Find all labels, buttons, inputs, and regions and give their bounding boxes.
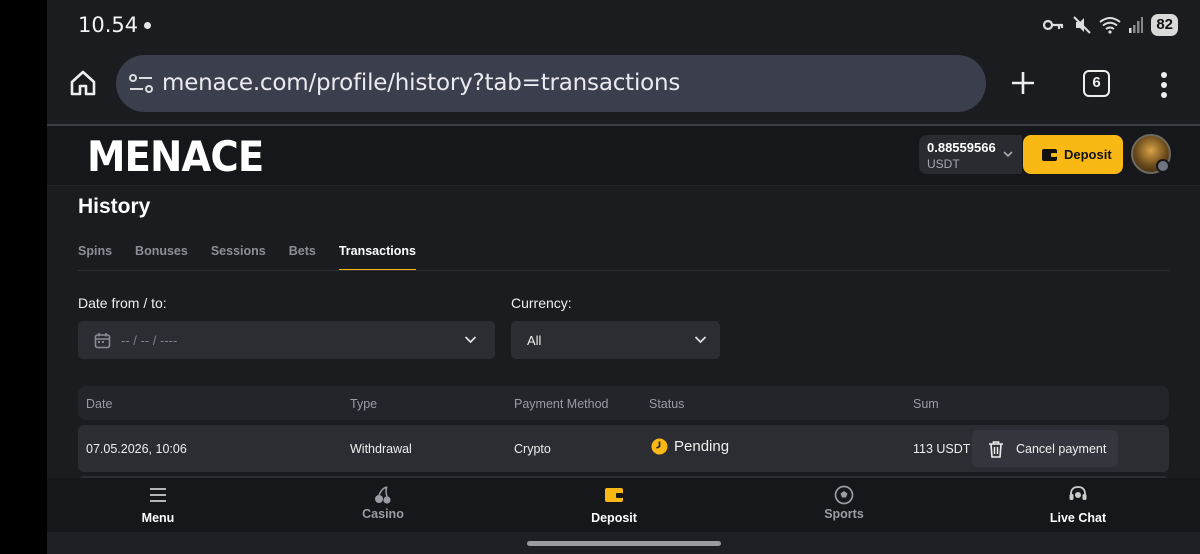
soccer-ball-icon [834, 485, 854, 505]
column-header-type: Type [350, 397, 378, 411]
new-tab-plus-icon[interactable] [1008, 68, 1038, 98]
date-filter-label: Date from / to: [78, 295, 167, 311]
tabs-divider [78, 270, 1169, 271]
column-header-sum: Sum [913, 397, 939, 411]
balance-currency: USDT [927, 157, 960, 171]
site-settings-icon[interactable] [128, 72, 154, 96]
column-header-date: Date [86, 397, 113, 411]
status-bar: 10.54 82 [47, 0, 1200, 52]
battery-level: 82 [1151, 14, 1178, 36]
clock-icon [651, 438, 668, 455]
wallet-icon [1042, 149, 1057, 161]
row-payment-method: Crypto [514, 442, 551, 456]
nav-live-chat-label: Live Chat [1049, 511, 1107, 525]
home-icon[interactable] [68, 68, 98, 98]
row-date: 07.05.2026, 10:06 [86, 442, 187, 456]
system-gesture-area [47, 532, 1200, 554]
history-tabs: Spins Bonuses Sessions Bets Transactions [78, 244, 416, 272]
more-vertical-icon[interactable] [1152, 70, 1176, 100]
browser-toolbar: menace.com/profile/history?tab=transacti… [47, 52, 1200, 124]
site-logo[interactable]: MENACE [87, 132, 264, 181]
headset-icon [1069, 486, 1087, 500]
chevron-down-icon [464, 336, 477, 344]
date-range-field[interactable]: -- / -- / ---- [78, 321, 495, 359]
bottom-navigation: Menu Casino Deposit Sports Live Chat [47, 478, 1200, 532]
row-sum: 113 USDT [913, 442, 971, 456]
gesture-handle[interactable] [527, 541, 721, 546]
nav-live-chat[interactable]: Live Chat [1030, 478, 1126, 532]
cherries-icon [375, 486, 391, 504]
cancel-payment-button[interactable]: Cancel payment [972, 430, 1118, 467]
nav-sports[interactable]: Sports [796, 478, 892, 532]
deposit-button-label: Deposit [1064, 147, 1112, 162]
tab-switcher-button[interactable]: 6 [1083, 70, 1110, 97]
phone-screen: 10.54 82 menace.com/profile/history?tab=… [47, 0, 1200, 554]
cancel-payment-label: Cancel payment [1016, 441, 1107, 456]
nav-casino-label: Casino [362, 507, 404, 521]
currency-select-value: All [527, 333, 542, 348]
page-title: History [78, 195, 151, 218]
nav-menu-label: Menu [141, 511, 175, 525]
notification-dot-icon [144, 22, 151, 29]
nav-menu[interactable]: Menu [110, 478, 206, 532]
status-clock: 10.54 [78, 13, 139, 37]
status-icons: 82 [1043, 14, 1178, 36]
signal-icon [1129, 17, 1144, 33]
calendar-icon [94, 333, 111, 349]
tab-spins[interactable]: Spins [78, 244, 112, 271]
site-header: MENACE 0.88559566 USDT Deposit [47, 126, 1200, 186]
menu-icon [150, 488, 166, 502]
balance-selector[interactable]: 0.88559566 USDT [919, 135, 1022, 174]
nav-sports-label: Sports [824, 507, 864, 521]
nav-casino[interactable]: Casino [335, 478, 431, 532]
tab-bonuses[interactable]: Bonuses [135, 244, 188, 271]
chevron-down-icon [694, 336, 707, 344]
wallet-icon [605, 488, 623, 502]
avatar-badge-icon [1156, 159, 1170, 173]
currency-filter-label: Currency: [511, 295, 572, 311]
status-badge: Pending [651, 438, 729, 455]
row-type: Withdrawal [350, 442, 412, 456]
column-header-status: Status [649, 397, 685, 411]
balance-amount: 0.88559566 [927, 140, 996, 155]
nav-deposit[interactable]: Deposit [566, 478, 662, 532]
tab-sessions[interactable]: Sessions [211, 244, 266, 271]
mute-icon [1073, 16, 1092, 34]
status-text: Pending [674, 438, 730, 455]
column-header-payment-method: Payment Method [514, 397, 609, 411]
nav-deposit-label: Deposit [591, 511, 637, 525]
url-text[interactable]: menace.com/profile/history?tab=transacti… [162, 70, 680, 96]
key-icon [1043, 19, 1064, 31]
trash-icon [989, 440, 1003, 458]
tab-transactions[interactable]: Transactions [338, 244, 416, 271]
date-placeholder: -- / -- / ---- [121, 333, 178, 348]
address-bar[interactable]: menace.com/profile/history?tab=transacti… [116, 55, 986, 112]
wifi-icon [1099, 17, 1121, 34]
currency-select[interactable]: All [511, 321, 720, 359]
tab-bets[interactable]: Bets [289, 244, 316, 271]
deposit-button[interactable]: Deposit [1023, 135, 1123, 174]
table-row: 07.05.2026, 10:06 Withdrawal Crypto Pend… [78, 425, 1169, 472]
chevron-down-icon [1003, 151, 1013, 158]
table-header: Date Type Payment Method Status Sum [78, 386, 1169, 420]
